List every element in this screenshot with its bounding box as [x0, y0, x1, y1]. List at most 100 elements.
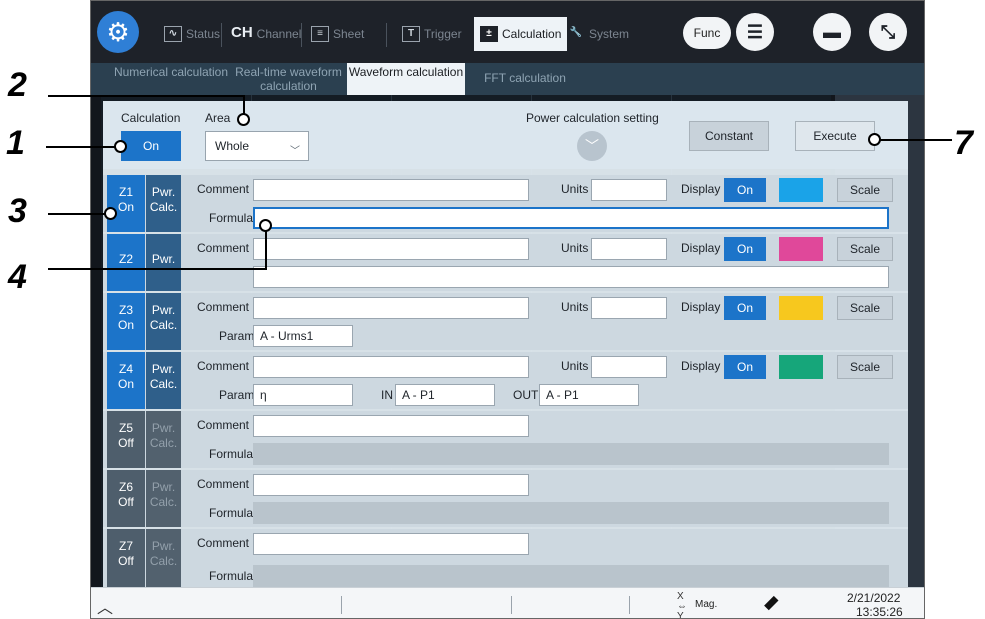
z4-units-input[interactable]: [591, 356, 667, 378]
area-dropdown[interactable]: Whole ﹀: [205, 131, 309, 161]
z4-power-calc[interactable]: Pwr. Calc.: [146, 352, 181, 409]
z3-comment-input[interactable]: [253, 297, 529, 319]
status-date: 2/21/2022: [847, 591, 901, 605]
calc-row-z6: Z6 Off Pwr. Calc. Comment Formula: [103, 470, 908, 527]
tab-system[interactable]: 🔧 System: [567, 19, 629, 49]
z2-display-toggle[interactable]: On: [724, 237, 766, 261]
status-bar: ︿ X ⇔ Y Mag. ▮ 2/21/2022 13:35:26: [91, 587, 924, 619]
subtab-numerical-calculation[interactable]: Numerical calculation: [111, 63, 231, 95]
z7-toggle[interactable]: Z7 Off: [107, 529, 145, 587]
callout-4-line-vertical: [265, 226, 267, 270]
execute-button[interactable]: Execute: [795, 121, 875, 151]
z6-toggle[interactable]: Z6 Off: [107, 470, 145, 527]
subtab-fft-calculation[interactable]: FFT calculation: [465, 63, 585, 95]
comment-label: Comment: [197, 359, 250, 373]
z3-toggle[interactable]: Z3 On: [107, 293, 145, 350]
calc-row-z7: Z7 Off Pwr. Calc. Comment Formula: [103, 529, 908, 587]
z1-scale-button[interactable]: Scale: [837, 178, 893, 202]
display-label: Display: [681, 359, 721, 373]
z4-in-input[interactable]: A - P1: [395, 384, 495, 406]
expand-icon[interactable]: ⤡: [869, 13, 907, 51]
comment-label: Comment: [197, 182, 250, 196]
out-label: OUT: [513, 388, 539, 402]
status-time: 13:35:26: [856, 605, 903, 619]
z7-comment-input[interactable]: [253, 533, 529, 555]
callout-3-dot: [104, 207, 117, 220]
z3-color-swatch[interactable]: [779, 296, 823, 320]
calculation-on-button[interactable]: On: [121, 131, 181, 161]
display-label: Display: [681, 241, 721, 255]
z6-comment-input[interactable]: [253, 474, 529, 496]
comment-label: Comment: [197, 300, 250, 314]
comment-label: Comment: [197, 536, 250, 550]
z7-power-calc[interactable]: Pwr. Calc.: [146, 529, 181, 587]
z2-comment-input[interactable]: [253, 238, 529, 260]
status-divider: [341, 596, 342, 614]
xy-axes-icon: X ⇔ Y: [677, 591, 687, 619]
calculation-icon: ±: [480, 26, 498, 42]
z1-display-toggle[interactable]: On: [724, 178, 766, 202]
z2-color-swatch[interactable]: [779, 237, 823, 261]
z7-formula-input: [253, 565, 889, 587]
z5-toggle[interactable]: Z5 Off: [107, 411, 145, 468]
z1-color-swatch[interactable]: [779, 178, 823, 202]
func-button[interactable]: Func: [683, 17, 731, 49]
z4-display-toggle[interactable]: On: [724, 355, 766, 379]
z1-formula-input[interactable]: [253, 207, 889, 229]
z2-formula-input[interactable]: [253, 266, 889, 288]
z4-toggle[interactable]: Z4 On: [107, 352, 145, 409]
tab-divider: [386, 23, 387, 47]
z3-scale-button[interactable]: Scale: [837, 296, 893, 320]
tab-trigger[interactable]: T Trigger: [402, 19, 462, 49]
chevron-down-icon: ﹀: [290, 146, 300, 157]
z2-power-calc[interactable]: Pwr.: [146, 234, 181, 291]
subtab-realtime-waveform-calculation[interactable]: Real-time waveform calculation: [231, 63, 346, 95]
calculation-subtabs: Numerical calculation Real-time waveform…: [91, 63, 924, 95]
z1-toggle[interactable]: Z1 On: [107, 175, 145, 232]
z1-power-calc[interactable]: Pwr. Calc.: [146, 175, 181, 232]
z2-scale-button[interactable]: Scale: [837, 237, 893, 261]
z3-display-toggle[interactable]: On: [724, 296, 766, 320]
folder-icon[interactable]: ▬: [813, 13, 851, 51]
constant-button[interactable]: Constant: [689, 121, 769, 151]
chevron-up-icon[interactable]: ︿: [97, 594, 113, 618]
status-divider: [629, 596, 630, 614]
z1-units-input[interactable]: [591, 179, 667, 201]
display-label: Display: [681, 182, 721, 196]
z2-toggle[interactable]: Z2: [107, 234, 145, 291]
z4-comment-input[interactable]: [253, 356, 529, 378]
list-menu-icon[interactable]: ☰: [736, 13, 774, 51]
z3-units-input[interactable]: [591, 297, 667, 319]
z5-comment-input[interactable]: [253, 415, 529, 437]
mag-label: Mag.: [695, 599, 718, 610]
z4-color-swatch[interactable]: [779, 355, 823, 379]
z1-comment-input[interactable]: [253, 179, 529, 201]
comment-label: Comment: [197, 241, 250, 255]
z2-units-input[interactable]: [591, 238, 667, 260]
tab-calculation[interactable]: ± Calculation: [474, 17, 568, 51]
z5-power-calc[interactable]: Pwr. Calc.: [146, 411, 181, 468]
tab-channel[interactable]: CH Channel: [231, 19, 301, 49]
settings-gear-icon[interactable]: ⚙: [97, 11, 139, 53]
subtab-waveform-calculation[interactable]: Waveform calculation: [347, 63, 465, 95]
power-setting-chevron-icon[interactable]: ﹀: [577, 131, 607, 161]
z6-power-calc[interactable]: Pwr. Calc.: [146, 470, 181, 527]
units-label: Units: [561, 241, 589, 255]
z4-out-input[interactable]: A - P1: [539, 384, 639, 406]
z4-param-input[interactable]: η: [253, 384, 353, 406]
callout-2-line: [48, 95, 244, 97]
z3-param-input[interactable]: A - Urms1: [253, 325, 353, 347]
area-label: Area: [205, 111, 231, 125]
comment-label: Comment: [197, 477, 250, 491]
calc-row-z3: Z3 On Pwr. Calc. Comment Units Display On …: [103, 293, 908, 350]
formula-label: Formula: [209, 569, 254, 583]
tab-sheet[interactable]: ≡ Sheet: [311, 19, 364, 49]
in-label: IN: [381, 388, 393, 402]
z3-power-calc[interactable]: Pwr. Calc.: [146, 293, 181, 350]
device-screen: ⚙ ∿ Status CH Channel ≡ Sheet T Trigger ± Cal…: [90, 0, 925, 619]
z4-scale-button[interactable]: Scale: [837, 355, 893, 379]
tab-status[interactable]: ∿ Status: [164, 19, 220, 49]
formula-label: Formula: [209, 211, 254, 225]
manual-figure: 2 1 3 4 7 ⚙ ∿ Status CH Channel ≡ Sheet T Tr…: [0, 0, 985, 619]
callout-2: 2: [8, 66, 27, 104]
